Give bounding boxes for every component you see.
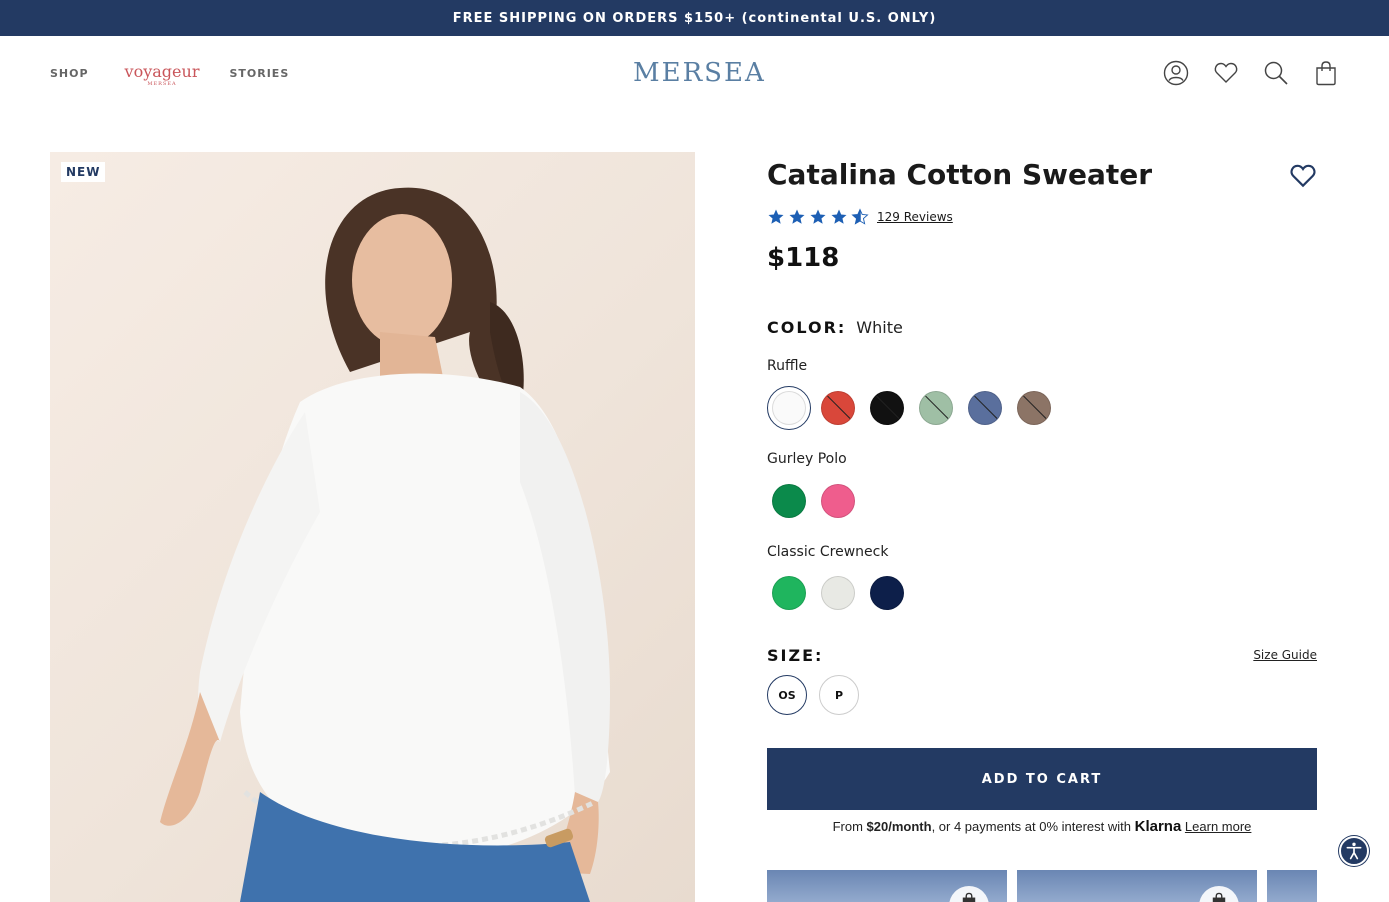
voyageur-label: voyageur — [124, 62, 200, 81]
site-header: SHOP voyageur MERSEA STORIES MERSEA — [0, 36, 1389, 112]
swatch-fill — [821, 484, 855, 518]
favorite-heart-icon[interactable] — [1289, 162, 1317, 190]
product-price: $118 — [767, 243, 840, 273]
swatch-row-classic-crewneck — [767, 571, 909, 615]
promo-banner: FREE SHIPPING ON ORDERS $150+ (continent… — [0, 0, 1389, 36]
related-products — [767, 870, 1317, 902]
color-swatch[interactable] — [865, 571, 909, 615]
account-icon[interactable] — [1163, 60, 1189, 86]
swatch-row-gurley-polo — [767, 479, 860, 523]
accessibility-icon[interactable] — [1339, 836, 1369, 866]
size-option-os[interactable]: OS — [767, 675, 807, 715]
size-heading: SIZE: — [767, 646, 824, 665]
group-name-classic-crewneck: Classic Crewneck — [767, 544, 889, 560]
swatch-fill — [870, 576, 904, 610]
product-image[interactable]: NEW — [50, 152, 695, 902]
color-swatch[interactable] — [865, 386, 909, 430]
related-product-card[interactable] — [767, 870, 1007, 902]
group-name-gurley-polo: Gurley Polo — [767, 451, 847, 467]
rating-row: 129 Reviews — [767, 208, 1317, 226]
quick-add-bag-icon[interactable] — [1199, 886, 1239, 902]
klarna-amount: $20/month — [866, 819, 932, 834]
color-swatch[interactable] — [1012, 386, 1056, 430]
selected-color: White — [856, 318, 903, 337]
voyageur-sublabel: MERSEA — [147, 81, 177, 87]
half-star-icon — [851, 208, 869, 225]
promo-text: FREE SHIPPING ON ORDERS $150+ (continent… — [452, 10, 937, 26]
klarna-message: From $20/month, or 4 payments at 0% inte… — [767, 818, 1317, 835]
star-rating — [767, 208, 869, 226]
color-swatch[interactable] — [914, 386, 958, 430]
color-swatch[interactable] — [767, 386, 811, 430]
star-icon — [768, 209, 784, 224]
new-badge: NEW — [61, 162, 106, 182]
swatch-row-ruffle — [767, 386, 1056, 430]
swatch-fill — [821, 391, 855, 425]
size-option-p[interactable]: P — [819, 675, 859, 715]
cart-icon[interactable] — [1313, 60, 1339, 86]
add-to-cart-button[interactable]: ADD TO CART — [767, 748, 1317, 810]
klarna-prefix: From — [832, 819, 867, 834]
size-options: OS P — [767, 675, 859, 715]
swatch-fill — [968, 391, 1002, 425]
color-swatch[interactable] — [767, 479, 811, 523]
swatch-fill — [870, 391, 904, 425]
color-swatch[interactable] — [816, 571, 860, 615]
nav-stories[interactable]: STORIES — [229, 67, 289, 80]
swatch-fill — [919, 391, 953, 425]
reviews-link[interactable]: 129 Reviews — [877, 210, 953, 224]
klarna-middle: , or 4 payments at 0% interest with — [931, 819, 1135, 834]
swatch-fill — [772, 484, 806, 518]
color-swatch[interactable] — [816, 386, 860, 430]
wishlist-icon[interactable] — [1213, 60, 1239, 86]
swatch-fill — [772, 576, 806, 610]
swatch-fill — [772, 391, 806, 425]
nav-voyageur[interactable]: voyageur MERSEA — [124, 62, 200, 88]
group-name-ruffle: Ruffle — [767, 358, 808, 374]
search-icon[interactable] — [1263, 60, 1289, 86]
main-nav: SHOP voyageur MERSEA STORIES — [50, 60, 289, 88]
star-icon — [810, 209, 826, 224]
related-product-card[interactable] — [1267, 870, 1317, 902]
nav-shop[interactable]: SHOP — [50, 67, 89, 80]
related-product-card[interactable] — [1017, 870, 1257, 902]
quick-add-bag-icon[interactable] — [949, 886, 989, 902]
star-icon — [831, 209, 847, 224]
header-icons — [1163, 60, 1339, 86]
brand-logo[interactable]: MERSEA — [633, 58, 764, 88]
color-swatch[interactable] — [816, 479, 860, 523]
product-info: Catalina Cotton Sweater 129 Reviews $118… — [767, 152, 1317, 835]
klarna-logo: Klarna — [1134, 818, 1182, 835]
product-photo — [160, 187, 610, 902]
product-title: Catalina Cotton Sweater — [767, 158, 1153, 191]
color-label-row: COLOR: White — [767, 318, 903, 337]
size-guide-link[interactable]: Size Guide — [1253, 648, 1317, 662]
swatch-fill — [821, 576, 855, 610]
klarna-learn-more-link[interactable]: Learn more — [1185, 819, 1251, 834]
swatch-fill — [1017, 391, 1051, 425]
star-icon — [789, 209, 805, 224]
color-swatch[interactable] — [767, 571, 811, 615]
color-swatch[interactable] — [963, 386, 1007, 430]
color-heading: COLOR: — [767, 318, 847, 337]
